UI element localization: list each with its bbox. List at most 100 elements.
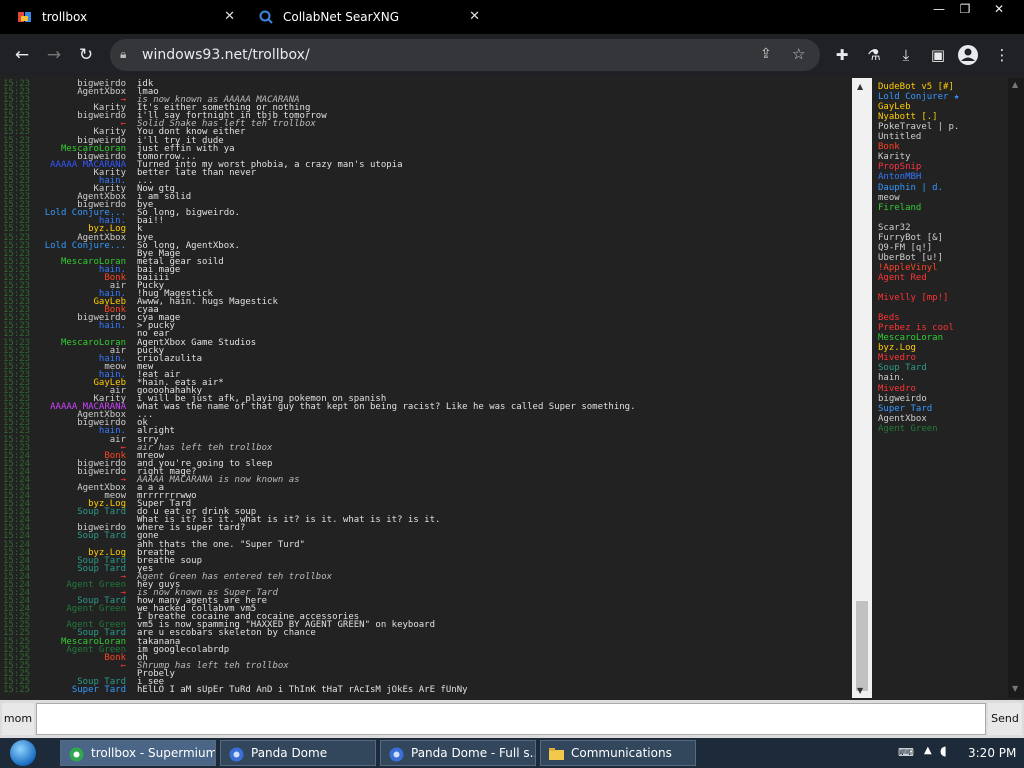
- address-bar[interactable]: 🔒︎ windows93.net/trollbox/ ⇪ ☆: [110, 39, 820, 71]
- taskbar-item-label: Panda Dome: [251, 746, 328, 760]
- forward-icon[interactable]: →: [42, 43, 66, 67]
- menu-kebab-icon[interactable]: ⋮: [990, 43, 1014, 67]
- profile-avatar-icon[interactable]: [956, 43, 980, 67]
- send-button[interactable]: Send: [988, 703, 1022, 735]
- volume-icon[interactable]: ◖: [940, 744, 947, 759]
- reload-icon[interactable]: ↻: [74, 43, 98, 67]
- user-list-item[interactable]: UberBot [u!]: [878, 253, 943, 263]
- user-list-item[interactable]: Mivedro: [878, 384, 916, 394]
- chat-nick[interactable]: Agent Green: [66, 580, 126, 589]
- taskbar-item-label: Panda Dome - Full s...: [411, 746, 536, 760]
- user-list-item[interactable]: Agent Green: [878, 424, 938, 434]
- browser-toolbar: ← → ↻ 🔒︎ windows93.net/trollbox/ ⇪ ☆ ✚ ⚗…: [0, 34, 1024, 76]
- folder-icon: [549, 746, 564, 761]
- user-list-item[interactable]: hain.: [878, 373, 905, 383]
- scroll-up-icon[interactable]: ▲: [1012, 80, 1018, 89]
- chat-nick[interactable]: Lold Conjure...: [45, 241, 126, 250]
- chat-line: 15:23 air Pucky: [0, 282, 852, 291]
- chat-line: 15:25 Agent Green vm5 is now spamming "HAX…: [0, 621, 852, 630]
- user-list-item[interactable]: Soup Tard: [878, 363, 927, 373]
- bookmark-star-icon[interactable]: ☆: [792, 45, 805, 63]
- taskbar-item-panda-dome[interactable]: Panda Dome: [220, 740, 376, 766]
- chat-line: 15:23 hain....: [0, 176, 852, 185]
- side-panel-icon[interactable]: ▣: [926, 43, 950, 67]
- chat-message: what was the name of that guy that kept …: [137, 402, 636, 413]
- close-window-icon[interactable]: ✕: [982, 0, 1016, 18]
- user-list-item[interactable]: Nyabott [.]: [878, 112, 938, 122]
- restore-icon[interactable]: ❐: [948, 0, 982, 18]
- taskbar-item-trollbox[interactable]: trollbox - Supermium: [60, 740, 216, 766]
- chat-nick[interactable]: Soup Tard: [77, 508, 126, 517]
- user-list-item[interactable]: Karity: [878, 152, 911, 162]
- scroll-down-icon[interactable]: ▼: [857, 686, 863, 695]
- chat-line: 15:23 bigweirdo idk: [0, 80, 852, 89]
- user-list-item[interactable]: byz.Log: [878, 343, 916, 353]
- scroll-up-icon[interactable]: ▲: [857, 82, 863, 91]
- user-list-item[interactable]: Untitled: [878, 132, 921, 142]
- user-list-item[interactable]: FurryBot [&]: [878, 233, 943, 243]
- chat-scrollbar-thumb[interactable]: [856, 601, 868, 691]
- user-list-item[interactable]: DudeBot v5 [#]: [878, 82, 954, 92]
- scroll-down-icon[interactable]: ▼: [1012, 684, 1018, 693]
- user-list-item[interactable]: Scar32: [878, 223, 911, 233]
- nickname-button[interactable]: mom: [2, 703, 34, 735]
- user-list-scrollbar[interactable]: ▲ ▼: [1008, 78, 1024, 698]
- user-list-item[interactable]: Q9-FM [q!]: [878, 243, 932, 253]
- start-button[interactable]: [10, 740, 36, 766]
- user-list-item[interactable]: AgentXbox: [878, 414, 927, 424]
- message-input[interactable]: [36, 703, 986, 735]
- user-list-item[interactable]: Mivedro: [878, 353, 916, 363]
- user-list-item[interactable]: GayLeb: [878, 102, 911, 112]
- chat-nick[interactable]: bigweirdo: [77, 467, 126, 476]
- user-list-item[interactable]: Bonk: [878, 142, 900, 152]
- chat-nick[interactable]: hain.: [99, 322, 126, 331]
- user-list-item[interactable]: PokeTravel | p.: [878, 122, 959, 132]
- user-list-item[interactable]: Agent Red: [878, 273, 927, 283]
- download-icon[interactable]: ⤓: [894, 43, 918, 67]
- chat-nick[interactable]: Soup Tard: [77, 532, 126, 541]
- user-list-item[interactable]: !AppleVinyl: [878, 263, 938, 273]
- chat-line: 15:23 bigweirdo i'll say fortnight in tbjb…: [0, 112, 852, 121]
- tab-trollbox[interactable]: trollbox ✕: [0, 0, 245, 34]
- extensions-icon[interactable]: ✚: [830, 43, 854, 67]
- tab-searxng[interactable]: CollabNet SearXNG ✕: [245, 0, 490, 34]
- show-hidden-icons-icon[interactable]: ▲: [924, 745, 932, 756]
- user-list-item[interactable]: Mivelly [mp!]: [878, 293, 948, 303]
- chat-line: 15:25 Probely: [0, 669, 852, 678]
- chat-nick[interactable]: Soup Tard: [77, 564, 126, 573]
- labs-flask-icon[interactable]: ⚗: [862, 43, 886, 67]
- user-list-item[interactable]: MescaroLoran: [878, 333, 943, 343]
- user-list-item[interactable]: meow: [878, 193, 900, 203]
- close-tab-icon[interactable]: ✕: [224, 9, 235, 24]
- chat-nick[interactable]: Agent Green: [66, 605, 126, 614]
- taskbar-item-label: trollbox - Supermium: [91, 746, 216, 760]
- user-list-item[interactable]: PropSnip: [878, 162, 921, 172]
- user-list-item[interactable]: bigweirdo: [878, 394, 927, 404]
- clock[interactable]: 3:20 PM: [968, 738, 1016, 768]
- user-list-item[interactable]: Super Tard: [878, 404, 932, 414]
- chat-nick[interactable]: Super Tard: [72, 686, 126, 695]
- user-list-item[interactable]: Lold Conjurer ★: [878, 92, 959, 102]
- user-list-item[interactable]: AntonMBH: [878, 172, 921, 182]
- taskbar-item-communications[interactable]: Communications: [540, 740, 696, 766]
- chat-line: 15:24 bigweirdo and you're going to sleep: [0, 459, 852, 468]
- chat-line: 15:23 byz.Log k: [0, 225, 852, 234]
- taskbar-item-panda-dome-full[interactable]: Panda Dome - Full s...: [380, 740, 536, 766]
- chat-line: 15:23 AgentXbox lmao: [0, 88, 852, 97]
- chat-line: 15:25 Bonk oh: [0, 653, 852, 662]
- back-icon[interactable]: ←: [10, 43, 34, 67]
- chat-nick[interactable]: ←: [121, 661, 126, 670]
- chat-scrollbar[interactable]: ▲ ▼: [852, 78, 872, 698]
- user-list-item[interactable]: Beds: [878, 313, 900, 323]
- keyboard-icon[interactable]: ⌨: [898, 746, 914, 759]
- chat-nick[interactable]: bigweirdo: [77, 112, 126, 121]
- input-bar: mom Send: [0, 700, 1024, 738]
- lock-icon: 🔒︎: [120, 47, 127, 61]
- search-favicon-icon: [259, 10, 273, 24]
- user-list-item[interactable]: Prebez is cool: [878, 323, 954, 333]
- close-tab-icon[interactable]: ✕: [469, 9, 480, 24]
- share-icon[interactable]: ⇪: [760, 46, 772, 62]
- chat-nick[interactable]: AgentXbox: [77, 88, 126, 97]
- user-list-item[interactable]: Dauphin | d.: [878, 183, 943, 193]
- user-list-item[interactable]: Fireland: [878, 203, 921, 213]
